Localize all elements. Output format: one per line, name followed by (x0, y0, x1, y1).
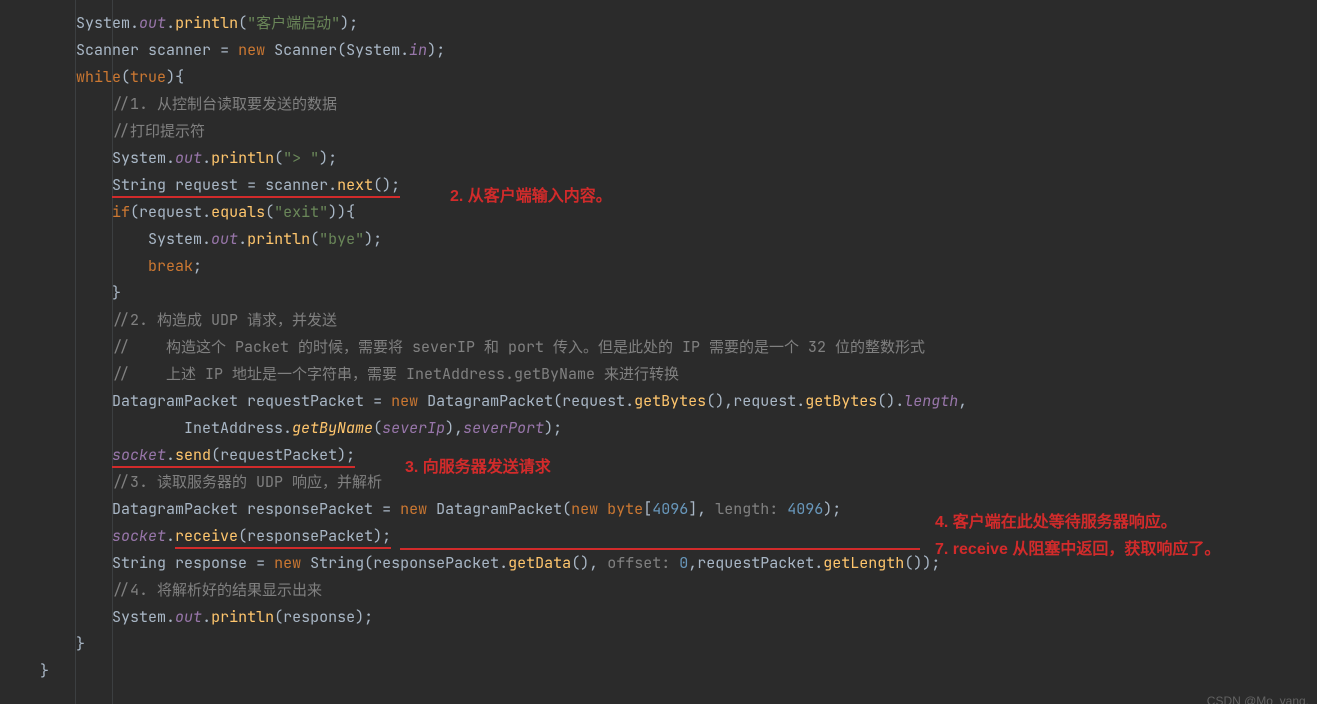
code-block: System.out.println("客户端启动"); Scanner sca… (0, 10, 1317, 685)
code-editor: System.out.println("客户端启动"); Scanner sca… (0, 0, 1317, 704)
watermark: CSDN @Mo_yang. (1207, 694, 1309, 704)
annotation-7: 7. receive 从阻塞中返回，获取响应了。 (935, 535, 1220, 559)
annotation-3: 3. 向服务器发送请求 (405, 453, 551, 477)
annotation-2: 2. 从客户端输入内容。 (450, 182, 612, 206)
annotation-4: 4. 客户端在此处等待服务器响应。 (935, 508, 1177, 532)
